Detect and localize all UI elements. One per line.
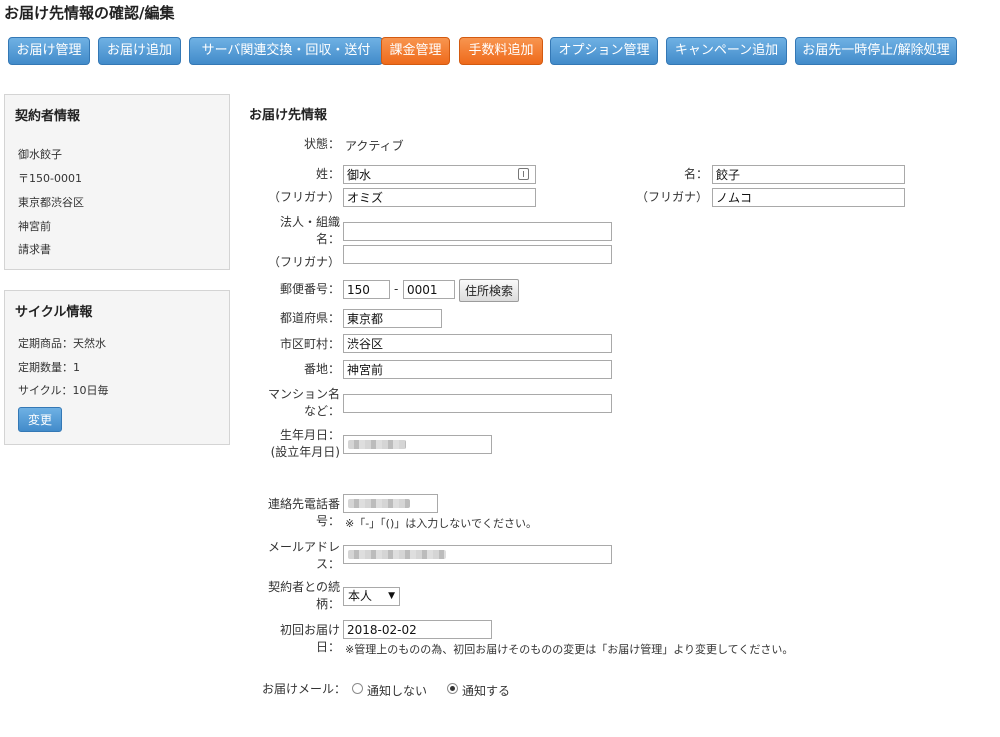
last-kana-label: （フリガナ） (267, 190, 340, 204)
suspend-delivery-button[interactable]: お届先一時停止/解除処理 (795, 37, 957, 65)
contractor-address2: 神宮前 (18, 220, 51, 233)
last-kana-input[interactable] (343, 188, 536, 207)
phone-label-line2: 号： (315, 514, 340, 528)
delivery-management-button[interactable]: お届け管理 (8, 37, 90, 65)
phone-input[interactable] (343, 494, 438, 513)
birth-date-label-line1: 生年月日： (279, 428, 340, 442)
first-delivery-note: ※管理上のものの為、初回お届けそのものの変更は「お届け管理」より変更してください… (345, 643, 794, 656)
relation-selected-value: 本人 (348, 589, 373, 603)
email-label-line2: ス： (315, 557, 340, 571)
billing-management-button[interactable]: 課金管理 (381, 37, 450, 65)
cycle-quantity: 定期数量：1 (18, 361, 80, 374)
delivery-mail-label: お届けメール： (261, 682, 346, 696)
first-delivery-date-input[interactable] (343, 620, 492, 639)
last-name-input[interactable] (343, 165, 536, 184)
blurred-value (348, 499, 410, 508)
add-campaign-button[interactable]: キャンペーン追加 (666, 37, 787, 65)
corp-name-label-line2: 名： (315, 232, 340, 246)
contractor-address1: 東京都渋谷区 (18, 196, 84, 209)
blurred-value (348, 440, 406, 449)
add-delivery-button[interactable]: お届け追加 (98, 37, 181, 65)
corp-kana-input[interactable] (343, 245, 612, 264)
status-value: アクティブ (345, 139, 404, 153)
email-label-line1: メールアドレ (267, 540, 340, 554)
relation-label-line2: 柄： (315, 597, 340, 611)
mail-off-radio[interactable] (352, 683, 363, 694)
street-input[interactable] (343, 360, 612, 379)
city-input[interactable] (343, 334, 612, 353)
blurred-value (348, 550, 446, 559)
last-name-label: 姓： (315, 167, 340, 181)
first-name-label: 名： (683, 167, 708, 181)
building-label-line2: など： (303, 404, 340, 418)
mail-on-radio[interactable] (447, 683, 458, 694)
status-label: 状態： (303, 137, 340, 151)
cycle-info-panel: サイクル情報 定期商品：天然水 定期数量：1 サイクル：10日毎 変更 (4, 290, 230, 445)
option-management-button[interactable]: オプション管理 (550, 37, 658, 65)
cycle-info-title: サイクル情報 (15, 305, 93, 320)
contractor-billing: 請求書 (18, 243, 51, 256)
delivery-info-title: お届け先情報 (249, 108, 328, 123)
page-title: お届け先情報の確認/編集 (4, 4, 175, 22)
birth-date-input[interactable] (343, 435, 492, 454)
keyboard-icon (518, 168, 529, 180)
zip-code-first-input[interactable] (343, 280, 390, 299)
corp-name-input[interactable] (343, 222, 612, 241)
cycle-change-button[interactable]: 変更 (18, 407, 62, 432)
prefecture-label: 都道府県： (279, 311, 340, 325)
contractor-name: 御水餃子 (18, 148, 62, 161)
mail-off-label: 通知しない (367, 684, 428, 698)
first-kana-label: （フリガナ） (635, 190, 708, 204)
city-label: 市区町村： (279, 337, 340, 351)
corp-kana-label: （フリガナ） (267, 255, 340, 269)
birth-date-label-line2: (設立年月日) (270, 445, 340, 459)
cycle-product: 定期商品：天然水 (18, 337, 106, 350)
first-kana-input[interactable] (712, 188, 905, 207)
cycle-interval: サイクル：10日毎 (18, 384, 109, 397)
relation-select[interactable]: 本人 ▼ (343, 587, 400, 606)
building-input[interactable] (343, 394, 612, 413)
zip-separator: - (394, 282, 399, 296)
prefecture-input[interactable] (343, 309, 442, 328)
phone-label-line1: 連絡先電話番 (267, 497, 340, 511)
caret-down-icon: ▼ (388, 591, 395, 601)
address-search-button[interactable]: 住所検索 (459, 279, 519, 302)
add-fee-button[interactable]: 手数料追加 (459, 37, 543, 65)
corp-name-label-line1: 法人・組織 (279, 215, 340, 229)
first-delivery-label-line2: 日： (315, 640, 340, 654)
building-label-line1: マンション名 (267, 387, 340, 401)
contractor-info-title: 契約者情報 (15, 109, 81, 124)
mail-on-label: 通知する (462, 684, 511, 698)
first-delivery-label-line1: 初回お届け (279, 623, 340, 637)
contractor-info-panel: 契約者情報 御水餃子 〒150-0001 東京都渋谷区 神宮前 請求書 (4, 94, 230, 270)
zip-code-second-input[interactable] (403, 280, 455, 299)
relation-label-line1: 契約者との続 (268, 580, 340, 594)
street-label: 番地： (303, 362, 340, 376)
contractor-postal: 〒150-0001 (18, 172, 82, 185)
zip-label: 郵便番号： (279, 282, 340, 296)
first-name-input[interactable] (712, 165, 905, 184)
phone-note: ※「-」「()」は入力しないでください。 (345, 517, 537, 530)
email-input[interactable] (343, 545, 612, 564)
server-exchange-button[interactable]: サーバ関連交換・回収・送付 (189, 37, 383, 65)
